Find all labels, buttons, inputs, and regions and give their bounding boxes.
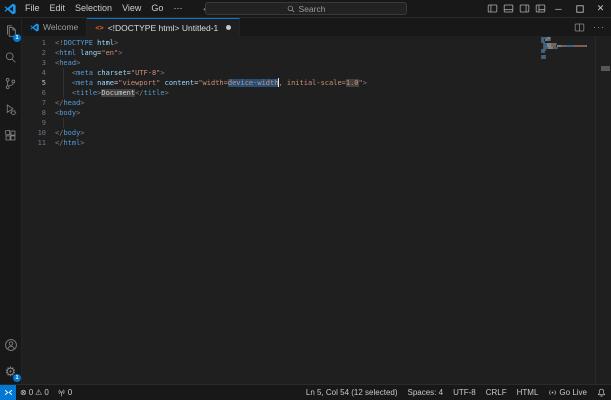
notifications-bell[interactable]	[592, 385, 611, 400]
customize-layout-icon[interactable]	[532, 0, 548, 17]
command-center-search[interactable]: Search	[205, 2, 407, 15]
line-number: 10	[22, 128, 46, 138]
vscode-logo-icon	[0, 3, 20, 15]
minimap[interactable]	[541, 37, 595, 59]
code-line[interactable]: 9	[22, 118, 611, 128]
code-line[interactable]: 5 <meta name="viewport" content="width=d…	[22, 78, 611, 88]
remote-icon	[4, 388, 13, 397]
tab-welcome[interactable]: Welcome	[22, 18, 87, 36]
tab-bar: Welcome <> <!DOCTYPE html> Untitled-1 ··…	[22, 18, 611, 36]
language-mode[interactable]: HTML	[512, 385, 544, 400]
line-number: 4	[22, 68, 46, 78]
code-line[interactable]: 10</body>	[22, 128, 611, 138]
bell-icon	[597, 388, 606, 397]
tab-welcome-label: Welcome	[43, 22, 78, 32]
cursor-position[interactable]: Ln 5, Col 54 (12 selected)	[301, 385, 403, 400]
error-count: 0	[29, 388, 33, 397]
toggle-panel-icon[interactable]	[500, 0, 516, 17]
ports-indicator[interactable]: 0	[53, 385, 76, 400]
code-line[interactable]: 3<head>	[22, 58, 611, 68]
toggle-secondary-sidebar-icon[interactable]	[516, 0, 532, 17]
code-line[interactable]: 1<!DOCTYPE html>	[22, 38, 611, 48]
run-debug-icon[interactable]	[0, 96, 21, 122]
encoding-indicator[interactable]: UTF-8	[448, 385, 481, 400]
code-line[interactable]: 2<html lang="en">	[22, 48, 611, 58]
search-placeholder: Search	[299, 4, 326, 14]
menu-go[interactable]: Go	[146, 0, 168, 17]
warning-icon: ⚠	[35, 389, 42, 397]
settings-gear-icon[interactable]: ⚙ 1	[0, 358, 21, 384]
ports-count: 0	[68, 388, 72, 397]
vscode-tab-icon	[30, 23, 39, 32]
warning-count: 0	[44, 388, 48, 397]
close-button[interactable]: ✕	[590, 0, 611, 17]
remote-indicator[interactable]	[0, 385, 16, 400]
error-icon: ⊗	[20, 389, 27, 397]
menu-edit[interactable]: Edit	[45, 0, 71, 17]
status-bar: ⊗ 0 ⚠ 0 0 Ln 5, Col 54 (12 selected) Spa…	[0, 384, 611, 400]
menu-file[interactable]: File	[20, 0, 45, 17]
line-number: 9	[22, 118, 46, 128]
account-icon[interactable]	[0, 332, 21, 358]
go-live-button[interactable]: Go Live	[543, 385, 592, 400]
overview-ruler-marker	[601, 66, 610, 71]
split-editor-icon[interactable]	[574, 22, 585, 33]
editor-more-actions-icon[interactable]: ···	[593, 22, 605, 32]
line-number: 5	[22, 78, 46, 88]
line-number: 3	[22, 58, 46, 68]
code-line[interactable]: 6 <title>Document</title>	[22, 88, 611, 98]
search-icon	[287, 5, 295, 13]
code-editor[interactable]: 1<!DOCTYPE html>2<html lang="en">3<head>…	[22, 36, 611, 384]
menu-bar: File Edit Selection View Go ⋯	[20, 0, 187, 17]
explorer-icon[interactable]: 1	[0, 18, 21, 44]
menu-more[interactable]: ⋯	[168, 0, 187, 17]
broadcast-icon	[548, 388, 557, 397]
menu-selection[interactable]: Selection	[70, 0, 117, 17]
code-line[interactable]: 11</html>	[22, 138, 611, 148]
text-cursor	[278, 78, 280, 87]
eol-indicator[interactable]: CRLF	[481, 385, 512, 400]
code-line[interactable]: 7</head>	[22, 98, 611, 108]
activity-bar: 1 ⚙ 1	[0, 18, 22, 384]
unsaved-dot-icon[interactable]	[226, 25, 231, 30]
line-number: 2	[22, 48, 46, 58]
html-file-icon: <>	[95, 24, 103, 32]
line-number: 7	[22, 98, 46, 108]
search-view-icon[interactable]	[0, 44, 21, 70]
minimap-divider	[595, 36, 596, 384]
minimize-button[interactable]: ─	[548, 0, 569, 17]
tab-untitled-1[interactable]: <> <!DOCTYPE html> Untitled-1	[87, 18, 240, 36]
source-control-icon[interactable]	[0, 70, 21, 96]
extensions-icon[interactable]	[0, 122, 21, 148]
menu-view[interactable]: View	[117, 0, 146, 17]
title-bar: File Edit Selection View Go ⋯ ← → Search	[0, 0, 611, 18]
vscode-window: File Edit Selection View Go ⋯ ← → Search	[0, 0, 611, 400]
line-number: 8	[22, 108, 46, 118]
radio-tower-icon	[57, 388, 66, 397]
code-line[interactable]: 8<body>	[22, 108, 611, 118]
line-number: 6	[22, 88, 46, 98]
code-line[interactable]: 4 <meta charset="UTF-8">	[22, 68, 611, 78]
settings-badge: 1	[13, 374, 21, 382]
maximize-button[interactable]	[569, 0, 590, 17]
toggle-sidebar-icon[interactable]	[484, 0, 500, 17]
line-number: 1	[22, 38, 46, 48]
line-number: 11	[22, 138, 46, 148]
explorer-badge: 1	[13, 34, 21, 42]
problems-indicator[interactable]: ⊗ 0 ⚠ 0	[16, 385, 53, 400]
tab-untitled-1-label: <!DOCTYPE html> Untitled-1	[108, 23, 219, 33]
indentation-indicator[interactable]: Spaces: 4	[403, 385, 449, 400]
editor-lines: 1<!DOCTYPE html>2<html lang="en">3<head>…	[22, 38, 611, 148]
